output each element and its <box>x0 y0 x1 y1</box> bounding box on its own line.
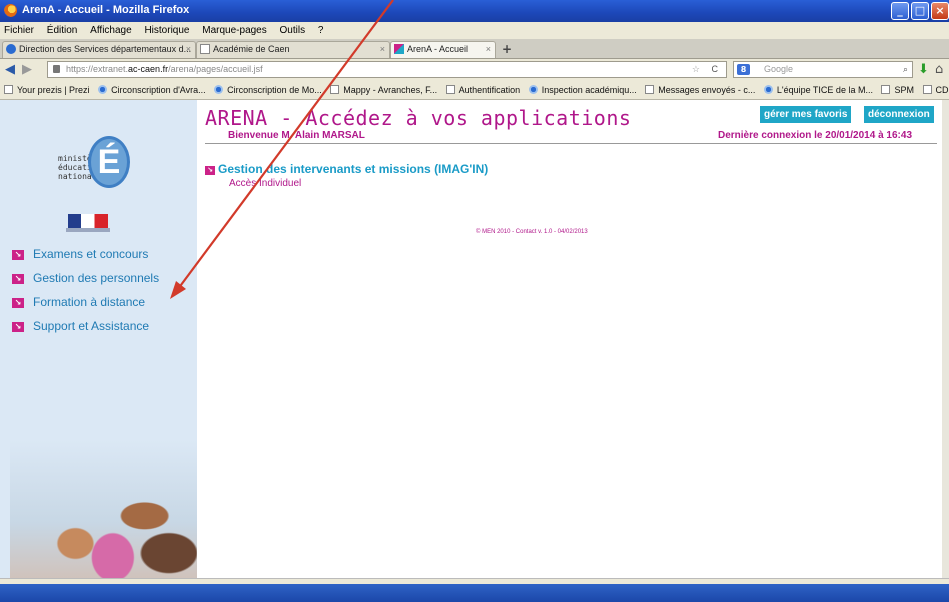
republique-francaise-caption <box>66 228 110 232</box>
welcome-message: Bienvenue M. Alain MARSAL <box>228 130 365 141</box>
forward-arrow-icon[interactable]: ▶ <box>22 62 32 77</box>
search-placeholder: Google <box>764 64 794 74</box>
menu-affichage[interactable]: Affichage <box>90 22 132 39</box>
bookmark-circonscription-mo[interactable]: Circonscription de Mo... <box>214 81 322 99</box>
sidebar-item-label: Examens et concours <box>33 247 149 261</box>
lock-icon <box>53 65 60 73</box>
tab-academie-caen[interactable]: Académie de Caen × <box>196 41 390 58</box>
download-arrow-icon[interactable]: ⬇ <box>918 62 929 77</box>
students-photo <box>10 440 197 578</box>
firefox-icon <box>4 4 17 17</box>
app-group-imagin[interactable]: ↘ Gestion des intervenants et missions (I… <box>205 162 488 176</box>
menu-outils[interactable]: Outils <box>280 22 306 39</box>
menu-help[interactable]: ? <box>318 22 324 39</box>
sidebar-menu: ↘ Examens et concours ↘ Gestion des person… <box>12 246 159 342</box>
maximize-button[interactable]: □ <box>911 2 929 20</box>
bookmark-inspection[interactable]: Inspection académiqu... <box>528 81 637 99</box>
bookmarks-bar: Your prezis | Prezi Circonscription d'Av… <box>0 81 949 100</box>
sidebar-item-examens[interactable]: ↘ Examens et concours <box>12 246 159 263</box>
republique-francaise-logo <box>68 214 108 228</box>
url-path: /arena/pages/accueil.jsf <box>168 64 263 74</box>
bookmark-cddp[interactable]: CDDP de la Manche <box>922 81 949 99</box>
menu-marque-pages[interactable]: Marque-pages <box>202 22 266 39</box>
arrow-icon: ↘ <box>12 250 24 260</box>
navigation-bar: ◀ ▶ https://extranet.ac-caen.fr/arena/pa… <box>0 59 949 81</box>
url-bar[interactable]: https://extranet.ac-caen.fr/arena/pages/… <box>47 61 727 78</box>
firefox-window: ArenA - Accueil - Mozilla Firefox _ □ × … <box>0 0 949 602</box>
home-icon[interactable]: ⌂ <box>935 62 943 77</box>
sidebar-item-label: Gestion des personnels <box>33 271 160 285</box>
sidebar-item-support[interactable]: ↘ Support et Assistance <box>12 318 159 335</box>
back-arrow-icon[interactable]: ◀ <box>5 62 15 77</box>
search-bar[interactable]: 8 Google ⌕ <box>733 61 913 78</box>
arrow-icon: ↘ <box>205 166 215 175</box>
arrow-icon: ↘ <box>12 298 24 308</box>
sidebar-item-gestion-personnels[interactable]: ↘ Gestion des personnels <box>12 270 159 287</box>
windows-taskbar <box>0 584 949 602</box>
acces-individuel-link[interactable]: Accès Individuel <box>229 178 301 189</box>
bookmark-prezi[interactable]: Your prezis | Prezi <box>4 81 90 99</box>
window-title: ArenA - Accueil - Mozilla Firefox <box>22 4 190 16</box>
arena-favicon-icon <box>394 44 404 54</box>
bookmark-circonscription-avranches[interactable]: Circonscription d'Avra... <box>98 81 206 99</box>
search-icon[interactable]: ⌕ <box>903 62 908 77</box>
logout-button[interactable]: déconnexion <box>864 106 934 123</box>
sidebar-item-label: Formation à distance <box>33 295 146 309</box>
tab-direction-services[interactable]: Direction des Services départementaux d.… <box>2 41 196 58</box>
menu-bar: Fichier Édition Affichage Historique Mar… <box>0 22 949 39</box>
close-tab-icon[interactable]: × <box>380 42 385 57</box>
app-group-label: Gestion des intervenants et missions (IM… <box>218 162 489 176</box>
vertical-scrollbar[interactable] <box>942 100 949 578</box>
tab-label: Direction des Services départementaux d.… <box>19 44 192 54</box>
close-tab-icon[interactable]: × <box>186 42 191 57</box>
menu-edition[interactable]: Édition <box>47 22 78 39</box>
page-icon <box>200 44 210 54</box>
sidebar-item-label: Support et Assistance <box>33 319 150 333</box>
new-tab-button[interactable]: + <box>498 42 516 57</box>
close-tab-icon[interactable]: × <box>486 42 491 57</box>
bookmark-spm[interactable]: SPM <box>881 81 914 99</box>
last-login-text: Dernière connexion le 20/01/2014 à 16:43 <box>718 130 912 141</box>
tab-arena-accueil[interactable]: ArenA - Accueil × <box>390 41 496 58</box>
google-icon: 8 <box>737 64 750 75</box>
title-bar: ArenA - Accueil - Mozilla Firefox _ □ × <box>0 0 949 22</box>
close-button[interactable]: × <box>931 2 949 20</box>
bookmark-equipe-tice[interactable]: L'équipe TICE de la M... <box>763 81 873 99</box>
ministry-logo: É <box>88 136 130 188</box>
bookmark-messages[interactable]: Messages envoyés - c... <box>645 81 755 99</box>
page-title: ARENA - Accédez à vos applications <box>205 106 632 130</box>
page-content: ministère éducation nationale É ↘ Examens… <box>0 100 942 578</box>
tab-label: ArenA - Accueil <box>407 44 469 54</box>
manage-favorites-button[interactable]: gérer mes favoris <box>760 106 852 123</box>
reload-icon[interactable]: C <box>712 62 719 77</box>
sidebar-item-formation[interactable]: ↘ Formation à distance <box>12 294 159 311</box>
site-icon <box>6 44 16 54</box>
arrow-icon: ↘ <box>12 322 24 332</box>
divider <box>205 143 937 144</box>
page-footer: © MEN 2010 - Contact v. 1.0 - 04/02/2013 <box>476 229 588 235</box>
bookmark-authentification[interactable]: Authentification <box>445 81 520 99</box>
menu-fichier[interactable]: Fichier <box>4 22 34 39</box>
url-prefix: https://extranet. <box>66 64 129 74</box>
sidebar: ministère éducation nationale É ↘ Examens… <box>0 100 197 578</box>
bookmark-mappy[interactable]: Mappy - Avranches, F... <box>330 81 437 99</box>
menu-historique[interactable]: Historique <box>144 22 189 39</box>
url-domain: ac-caen.fr <box>128 64 169 74</box>
minimize-button[interactable]: _ <box>891 2 909 20</box>
bookmark-star-icon[interactable]: ☆ <box>692 62 700 77</box>
arrow-icon: ↘ <box>12 274 24 284</box>
tab-bar: Direction des Services départementaux d.… <box>0 39 949 59</box>
tab-label: Académie de Caen <box>213 44 290 54</box>
